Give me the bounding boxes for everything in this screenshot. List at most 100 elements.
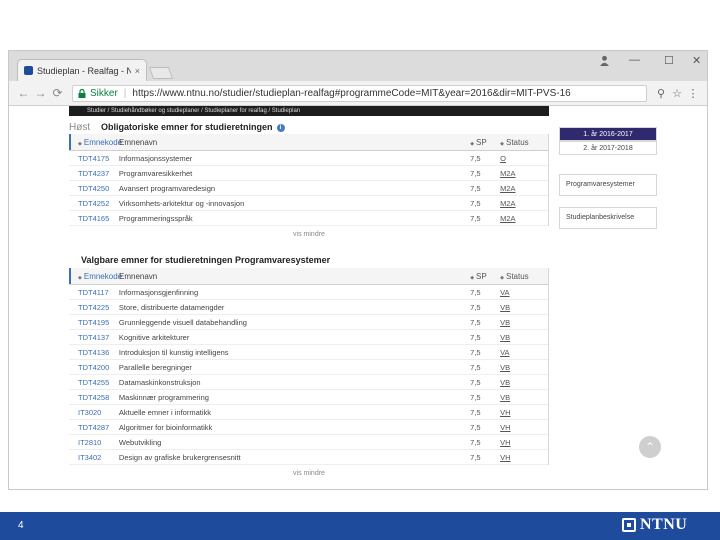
- profile-icon[interactable]: [599, 55, 610, 66]
- course-name: Programmeringsspråk: [118, 213, 193, 223]
- status-link[interactable]: VB: [500, 363, 548, 372]
- secure-label: Sikker: [90, 87, 118, 99]
- browser-tab[interactable]: Studieplan - Realfag - N ×: [17, 59, 147, 81]
- table-row: TDT4137 Kognitive arkitekturer 7,5 VB: [69, 330, 548, 345]
- course-code-link[interactable]: TDT4117: [69, 288, 119, 297]
- status-link[interactable]: VB: [500, 378, 548, 387]
- table-row: IT3020 Aktuelle emner i informatikk 7,5 VH: [69, 405, 548, 420]
- close-window-button[interactable]: ✕: [692, 54, 701, 67]
- maximize-button[interactable]: ☐: [664, 54, 674, 67]
- course-code-link[interactable]: TDT4287: [69, 423, 119, 432]
- credits: 7,5: [470, 198, 481, 208]
- table-row: TDT4136 Introduksjon til kunstig intellig…: [69, 345, 548, 360]
- year-2-button[interactable]: 2. år 2017-2018: [559, 141, 657, 155]
- info-icon[interactable]: i: [276, 123, 285, 132]
- bookmark-star-icon[interactable]: ☆: [669, 87, 685, 100]
- show-less-link[interactable]: vis mindre: [69, 470, 549, 477]
- credits: 7,5: [470, 347, 481, 357]
- credits: 7,5: [470, 377, 481, 387]
- course-code-link[interactable]: TDT4252: [69, 199, 119, 208]
- course-code-link[interactable]: IT3020: [69, 408, 119, 417]
- back-button[interactable]: ←: [15, 86, 32, 100]
- course-code-link[interactable]: TDT4136: [69, 348, 119, 357]
- zoom-icon[interactable]: ⚲: [653, 87, 669, 100]
- col-code[interactable]: ◆ Emnekode: [69, 138, 122, 147]
- status-link[interactable]: VA: [500, 348, 548, 357]
- ntnu-logo: NTNU: [622, 516, 687, 534]
- table-row: TDT4225 Store, distribuerte datamengder 7,…: [69, 300, 548, 315]
- credits: 7,5: [470, 392, 481, 402]
- new-tab-button[interactable]: [148, 67, 174, 79]
- table-header: ◆ Emnekode Emnenavn ◆ SP ◆ Status: [69, 268, 548, 285]
- sort-icon: ◆: [470, 274, 475, 281]
- course-name: Avansert programvaredesign: [118, 183, 216, 193]
- elective-table: ◆ Emnekode Emnenavn ◆ SP ◆ Status TDT4117 In…: [69, 268, 549, 465]
- course-name: Grunnleggende visuell databehandling: [118, 317, 247, 327]
- col-name[interactable]: Emnenavn: [119, 138, 470, 147]
- status-link[interactable]: VB: [500, 318, 548, 327]
- sort-icon: ◆: [78, 274, 82, 281]
- course-code-link[interactable]: IT3402: [69, 453, 119, 462]
- table-row: TDT4252 Virksomhets-arkitektur og -innova…: [69, 196, 548, 211]
- status-link[interactable]: M2A: [500, 184, 548, 193]
- show-less-link[interactable]: vis mindre: [69, 231, 549, 238]
- course-code-link[interactable]: IT2810: [69, 438, 119, 447]
- programvaresystemer-link[interactable]: Programvaresystemer: [559, 174, 657, 196]
- col-sp[interactable]: ◆ SP: [470, 138, 500, 147]
- course-name: Algoritmer for bioinformatikk: [118, 422, 213, 432]
- sort-icon: ◆: [78, 140, 82, 147]
- ntnu-logo-icon: [622, 518, 636, 532]
- status-link[interactable]: VB: [500, 393, 548, 402]
- status-link[interactable]: M2A: [500, 199, 548, 208]
- course-code-link[interactable]: TDT4175: [69, 154, 119, 163]
- status-link[interactable]: M2A: [500, 169, 548, 178]
- course-name: Aktuelle emner i informatikk: [118, 407, 212, 417]
- course-code-link[interactable]: TDT4195: [69, 318, 119, 327]
- table-header: ◆ Emnekode Emnenavn ◆ SP ◆ Status: [69, 134, 548, 151]
- status-link[interactable]: VH: [500, 438, 548, 447]
- status-link[interactable]: VH: [500, 408, 548, 417]
- col-code[interactable]: ◆ Emnekode: [69, 272, 122, 281]
- studieplanbeskrivelse-link[interactable]: Studieplanbeskrivelse: [559, 207, 657, 229]
- tab-close-icon[interactable]: ×: [135, 66, 140, 76]
- table-row: TDT4175 Informasjonssystemer 7,5 O: [69, 151, 548, 166]
- browser-toolbar: ← → ⟳ Sikker | https://www.ntnu.no/studi…: [9, 81, 707, 106]
- col-status[interactable]: ◆ Status: [500, 272, 548, 281]
- credits: 7,5: [470, 287, 481, 297]
- course-code-link[interactable]: TDT4255: [69, 378, 119, 387]
- status-link[interactable]: VA: [500, 288, 548, 297]
- status-link[interactable]: VH: [500, 453, 548, 462]
- status-link[interactable]: VB: [500, 333, 548, 342]
- reload-button[interactable]: ⟳: [49, 86, 66, 100]
- table-row: TDT4117 Informasjonsgjenfinning 7,5 VA: [69, 285, 548, 300]
- course-code-link[interactable]: TDT4137: [69, 333, 119, 342]
- status-link[interactable]: M2A: [500, 214, 548, 223]
- browser-menu-icon[interactable]: ⋮: [685, 87, 701, 100]
- course-code-link[interactable]: TDT4237: [69, 169, 119, 178]
- course-code-link[interactable]: TDT4258: [69, 393, 119, 402]
- credits: 7,5: [470, 183, 481, 193]
- ntnu-logo-text: NTNU: [640, 516, 688, 533]
- course-code-link[interactable]: TDT4225: [69, 303, 119, 312]
- col-name[interactable]: Emnenavn: [119, 272, 470, 281]
- forward-button[interactable]: →: [32, 86, 49, 100]
- minimize-button[interactable]: —: [629, 54, 640, 66]
- col-sp[interactable]: ◆ SP: [470, 272, 500, 281]
- table-row: TDT4200 Parallelle beregninger 7,5 VB: [69, 360, 548, 375]
- address-bar[interactable]: Sikker | https://www.ntnu.no/studier/stu…: [72, 84, 647, 102]
- course-name: Informasjonssystemer: [118, 153, 193, 163]
- col-status[interactable]: ◆ Status: [500, 138, 548, 147]
- course-code-link[interactable]: TDT4200: [69, 363, 119, 372]
- status-link[interactable]: VB: [500, 303, 548, 312]
- status-link[interactable]: VH: [500, 423, 548, 432]
- lock-icon: [78, 88, 86, 98]
- course-code-link[interactable]: TDT4165: [69, 214, 119, 223]
- header-accent: [69, 134, 71, 150]
- course-code-link[interactable]: TDT4250: [69, 184, 119, 193]
- breadcrumb[interactable]: Studier / Studiehåndbøker og studieplane…: [69, 106, 549, 116]
- scroll-to-top-icon[interactable]: ⌃: [639, 436, 661, 458]
- table-row: TDT4255 Datamaskinkonstruksjon 7,5 VB: [69, 375, 548, 390]
- status-link[interactable]: O: [500, 154, 548, 163]
- course-name: Datamaskinkonstruksjon: [118, 377, 201, 387]
- year-1-button[interactable]: 1. år 2016-2017: [559, 127, 657, 141]
